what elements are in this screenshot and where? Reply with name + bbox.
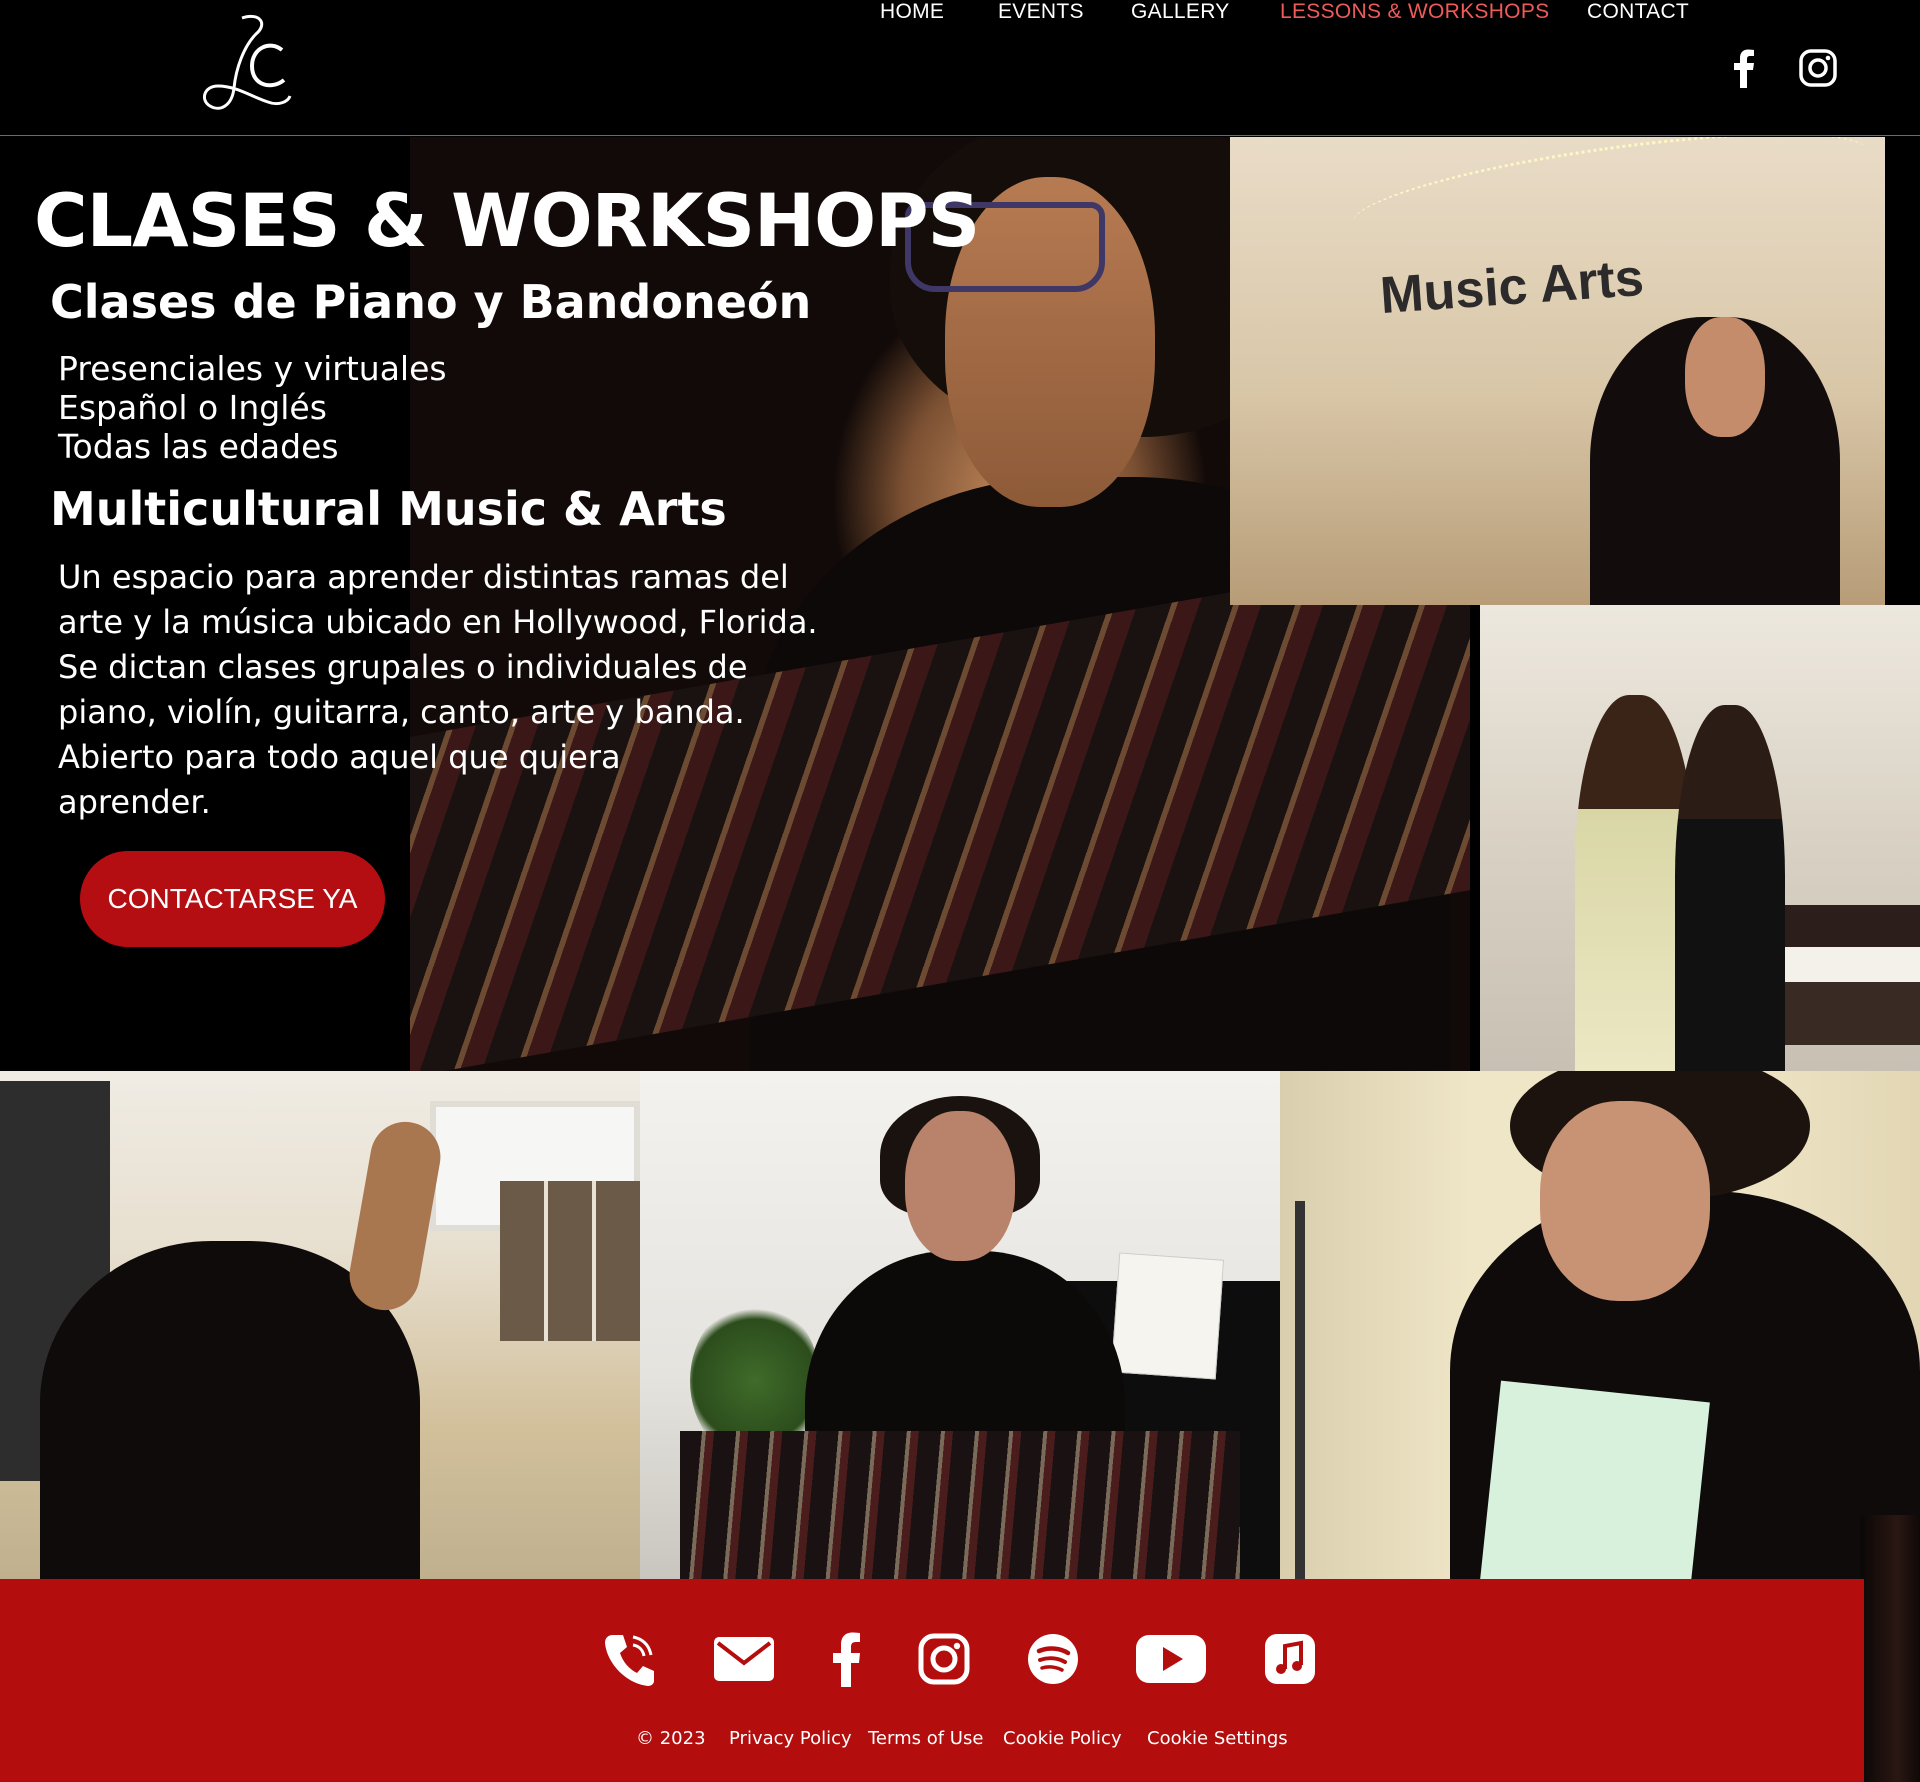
page-title: CLASES & WORKSHOPS	[34, 179, 980, 264]
hero-description: Un espacio para aprender distintas ramas…	[58, 555, 818, 825]
teacher-face	[1685, 317, 1765, 437]
photo-edge-overflow	[1864, 1515, 1920, 1782]
privacy-policy-link[interactable]: Privacy Policy	[729, 1728, 852, 1749]
apple-music-icon[interactable]	[1264, 1631, 1316, 1687]
cookie-policy-link[interactable]: Cookie Policy	[1003, 1728, 1122, 1749]
footer-links: © 2023 Privacy Policy Terms of Use Cooki…	[0, 1728, 1864, 1758]
hero-text-block: CLASES & WORKSHOPS Clases de Piano y Ban…	[0, 137, 980, 1071]
shelf	[500, 1181, 640, 1341]
cookie-settings-link[interactable]: Cookie Settings	[1147, 1728, 1288, 1749]
hero-features-list: Presenciales y virtuales Español o Inglé…	[58, 349, 447, 466]
hero-photo-piano-lesson	[1480, 605, 1920, 1071]
spotify-icon[interactable]	[1027, 1631, 1079, 1687]
music-arts-sign: Music Arts	[1378, 248, 1646, 326]
nav-events[interactable]: EVENTS	[998, 0, 1084, 24]
description-line: aprender.	[58, 783, 211, 821]
facebook-icon[interactable]	[830, 1631, 864, 1687]
contact-now-button[interactable]: CONTACTARSE YA	[80, 851, 385, 947]
description-line: Un espacio para aprender distintas ramas…	[58, 558, 789, 596]
sheet-music	[1110, 1252, 1225, 1380]
site-footer: © 2023 Privacy Policy Terms of Use Cooki…	[0, 1579, 1864, 1782]
facebook-icon[interactable]	[1724, 48, 1764, 88]
list-item: Español o Inglés	[58, 388, 327, 427]
hero-section: Music Arts CLASES & WORKSHOPS Clases de …	[0, 137, 1920, 1071]
teacher-figure	[1675, 705, 1785, 1071]
description-line: Se dictan clases grupales o individuales…	[58, 648, 748, 686]
list-item: Presenciales y virtuales	[58, 349, 447, 388]
copyright: © 2023	[636, 1728, 706, 1749]
musician-face	[905, 1111, 1015, 1261]
site-header: HOME EVENTS GALLERY LESSONS & WORKSHOPS …	[0, 0, 1920, 136]
list-item: Todas las edades	[58, 427, 339, 466]
bandoneon	[680, 1431, 1240, 1579]
hero-photo-music-arts-room: Music Arts	[1230, 137, 1885, 605]
terms-of-use-link[interactable]: Terms of Use	[868, 1728, 983, 1749]
photo-reading-sheet-music	[1280, 1071, 1920, 1579]
logo[interactable]	[190, 10, 300, 118]
nav-gallery[interactable]: GALLERY	[1131, 0, 1230, 24]
nav-contact[interactable]: CONTACT	[1587, 0, 1689, 24]
instagram-icon[interactable]	[918, 1631, 970, 1687]
nav-home[interactable]: HOME	[880, 0, 944, 24]
description-line: Abierto para todo aquel que quiera	[58, 738, 621, 776]
string-lights	[1346, 137, 1874, 263]
photo-gallery-row	[0, 1071, 1920, 1579]
mic-stand	[1295, 1201, 1305, 1579]
sheet-music	[1480, 1380, 1710, 1579]
phone-icon[interactable]	[603, 1631, 655, 1687]
description-line: piano, violín, guitarra, canto, arte y b…	[58, 693, 745, 731]
youtube-icon[interactable]	[1135, 1631, 1207, 1687]
photo-bandoneon-by-piano	[640, 1071, 1280, 1579]
teacher-face	[1540, 1101, 1710, 1301]
instagram-icon[interactable]	[1798, 48, 1838, 88]
hero-subtitle-piano-bandoneon: Clases de Piano y Bandoneón	[50, 275, 812, 329]
description-line: arte y la música ubicado en Hollywood, F…	[58, 603, 818, 641]
photo-band-class	[0, 1071, 640, 1579]
email-icon[interactable]	[712, 1631, 776, 1687]
hero-subtitle-multicultural: Multicultural Music & Arts	[50, 482, 727, 536]
nav-lessons-workshops[interactable]: LESSONS & WORKSHOPS	[1280, 0, 1549, 24]
